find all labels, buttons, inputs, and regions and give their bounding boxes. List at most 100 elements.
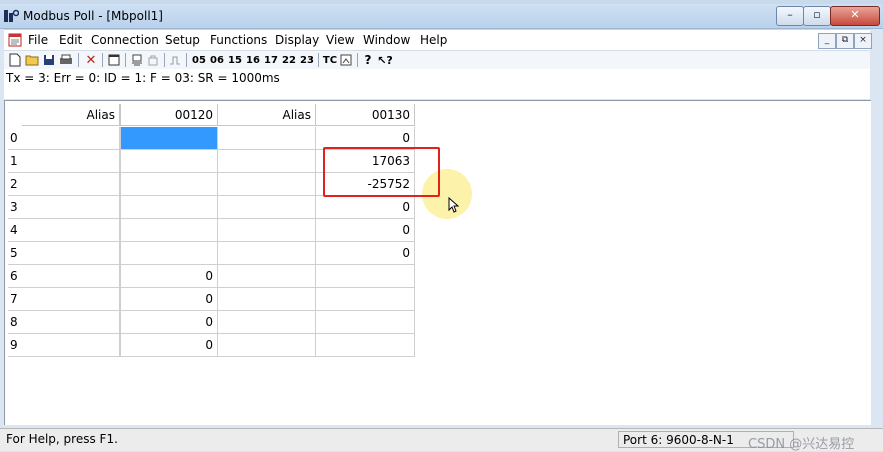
- alias-cell[interactable]: [22, 242, 120, 265]
- alias-cell[interactable]: [22, 196, 120, 219]
- open-folder-icon[interactable]: [24, 52, 40, 68]
- alias-cell[interactable]: [22, 265, 120, 288]
- toolbar: ✕ 05 06 15 16 17 22 23 TC ? ↖?: [4, 50, 870, 70]
- watermark: CSDN @兴达易控: [748, 437, 855, 452]
- mdi-restore-button[interactable]: ⧉: [836, 33, 854, 49]
- value-cell[interactable]: [120, 127, 218, 150]
- alias-cell[interactable]: [22, 173, 120, 196]
- mdi-minimize-button[interactable]: _: [818, 33, 836, 49]
- print-icon[interactable]: [58, 52, 74, 68]
- alias-cell[interactable]: [218, 219, 316, 242]
- alias-cell[interactable]: [218, 334, 316, 357]
- toolbar-separator: [357, 53, 358, 67]
- toolbar-separator: [125, 53, 126, 67]
- menu-bar: File Edit Connection Setup Functions Dis…: [4, 29, 872, 50]
- new-icon[interactable]: [8, 52, 22, 68]
- value-cell[interactable]: 0: [316, 219, 415, 242]
- register-grid: Alias 00120 Alias 00130 0 0 1 17063 2 -25752 3…: [4, 100, 871, 425]
- toolbar-separator: [78, 53, 79, 67]
- context-help-icon[interactable]: ↖?: [377, 52, 393, 68]
- annotation-highlight-box: [323, 147, 440, 197]
- modbus-poll-app-icon: [4, 9, 19, 22]
- value-cell[interactable]: [120, 173, 218, 196]
- menu-window[interactable]: Window: [363, 33, 410, 47]
- alias-cell[interactable]: [218, 288, 316, 311]
- alias-cell[interactable]: [218, 265, 316, 288]
- row-number: 5: [8, 242, 22, 265]
- toolbar-separator: [102, 53, 103, 67]
- menu-file[interactable]: File: [28, 33, 48, 47]
- menu-setup[interactable]: Setup: [165, 33, 200, 47]
- value-cell[interactable]: [316, 288, 415, 311]
- mouse-pointer-icon: [448, 197, 460, 213]
- row-number: 7: [8, 288, 22, 311]
- menu-help[interactable]: Help: [420, 33, 447, 47]
- fc-22-button[interactable]: 22: [281, 52, 297, 68]
- column-header-address-00130[interactable]: 00130: [316, 104, 415, 126]
- value-cell[interactable]: 0: [120, 288, 218, 311]
- column-header-alias-1[interactable]: Alias: [22, 104, 120, 126]
- test-center-icon[interactable]: [146, 52, 160, 68]
- mdi-close-button[interactable]: ×: [854, 33, 872, 49]
- alias-cell[interactable]: [22, 288, 120, 311]
- alias-cell[interactable]: [22, 127, 120, 150]
- close-button[interactable]: ✕: [830, 6, 880, 26]
- toolbar-separator: [186, 53, 187, 67]
- poll-status-line: Tx = 3: Err = 0: ID = 1: F = 03: SR = 10…: [4, 69, 870, 99]
- menu-functions[interactable]: Functions: [210, 33, 267, 47]
- alias-cell[interactable]: [218, 242, 316, 265]
- pulse-icon[interactable]: [168, 52, 182, 68]
- value-cell[interactable]: 0: [316, 196, 415, 219]
- value-cell[interactable]: [120, 196, 218, 219]
- alias-cell[interactable]: [22, 334, 120, 357]
- maximize-button[interactable]: ▫: [803, 6, 831, 26]
- value-cell[interactable]: [316, 265, 415, 288]
- menu-view[interactable]: View: [326, 33, 354, 47]
- row-number: 6: [8, 265, 22, 288]
- alias-cell[interactable]: [218, 311, 316, 334]
- value-cell[interactable]: 0: [120, 334, 218, 357]
- help-hint: For Help, press F1.: [6, 432, 118, 446]
- menu-connection[interactable]: Connection: [91, 33, 159, 47]
- fc-16-button[interactable]: 16: [245, 52, 261, 68]
- value-cell[interactable]: [120, 150, 218, 173]
- fc-17-button[interactable]: 17: [263, 52, 279, 68]
- fc-05-button[interactable]: 05: [191, 52, 207, 68]
- value-cell[interactable]: [120, 242, 218, 265]
- fc-23-button[interactable]: 23: [299, 52, 315, 68]
- row-number: 1: [8, 150, 22, 173]
- window-icon[interactable]: [107, 52, 121, 68]
- alias-cell[interactable]: [218, 196, 316, 219]
- menu-edit[interactable]: Edit: [59, 33, 82, 47]
- menu-display[interactable]: Display: [275, 33, 319, 47]
- column-header-address-00120[interactable]: 00120: [120, 104, 218, 126]
- help-icon[interactable]: ?: [361, 52, 375, 68]
- document-system-icon[interactable]: [7, 32, 23, 48]
- row-number: 9: [8, 334, 22, 357]
- alias-cell[interactable]: [22, 150, 120, 173]
- alias-cell[interactable]: [218, 150, 316, 173]
- value-cell[interactable]: [316, 334, 415, 357]
- tc-button[interactable]: TC: [322, 52, 338, 68]
- alias-cell[interactable]: [218, 127, 316, 150]
- minimize-button[interactable]: –: [776, 6, 804, 26]
- alias-cell[interactable]: [22, 219, 120, 242]
- alias-cell[interactable]: [218, 173, 316, 196]
- toolbar-separator: [164, 53, 165, 67]
- value-cell[interactable]: 0: [120, 311, 218, 334]
- alias-cell[interactable]: [22, 311, 120, 334]
- disconnect-icon[interactable]: ✕: [84, 52, 98, 68]
- value-cell[interactable]: 0: [120, 265, 218, 288]
- value-cell[interactable]: [120, 219, 218, 242]
- save-icon[interactable]: [42, 52, 56, 68]
- value-cell[interactable]: 0: [316, 242, 415, 265]
- column-header-alias-2[interactable]: Alias: [218, 104, 316, 126]
- value-cell[interactable]: [316, 311, 415, 334]
- fc-06-button[interactable]: 06: [209, 52, 225, 68]
- row-number: 3: [8, 196, 22, 219]
- title-bar: Modbus Poll - [Mbpoll1] – ▫ ✕: [0, 4, 883, 29]
- fc-15-button[interactable]: 15: [227, 52, 243, 68]
- traffic-icon[interactable]: [339, 52, 353, 68]
- read-write-icon[interactable]: [130, 52, 144, 68]
- row-number: 4: [8, 219, 22, 242]
